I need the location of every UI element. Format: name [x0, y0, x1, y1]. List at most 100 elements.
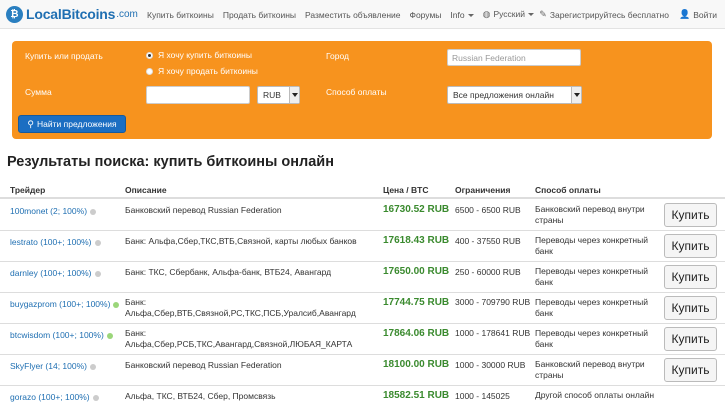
results-title: Результаты поиска: купить биткоины онлай…	[7, 154, 334, 170]
offer-method: Банковский перевод внутри страны	[535, 204, 645, 225]
trader-link[interactable]: lestrato (100+; 100%)	[10, 237, 101, 248]
offer-price: 18582.51 RUB	[383, 390, 450, 401]
radio-sell-circle[interactable]	[146, 67, 153, 75]
offer-price: 17864.06 RUB	[383, 328, 450, 339]
buy-button[interactable]: Купить	[664, 234, 717, 258]
trader-name: SkyFlyer (14; 100%)	[10, 361, 87, 371]
offer-description: Банк: Альфа,Сбер,ВТБ,Связной,РС,ТКС,ПСБ,…	[125, 297, 356, 318]
offer-limits: 400 - 37550 RUB	[455, 236, 521, 246]
account-nav: ✎ Зарегистрируйтесь бесплатно 👤 Войти	[529, 0, 717, 29]
offer-limits: 6500 - 6500 RUB	[455, 205, 521, 215]
trader-name: lestrato (100+; 100%)	[10, 237, 92, 247]
chevron-down-icon	[467, 13, 474, 17]
offer-method: Другой способ оплаты онлайн	[535, 390, 655, 400]
trader-link[interactable]: SkyFlyer (14; 100%)	[10, 361, 96, 372]
nav-post-ad[interactable]: Разместить объявление	[305, 10, 400, 20]
trader-name: 100monet (2; 100%)	[10, 206, 88, 216]
register-link[interactable]: ✎ Зарегистрируйтесь бесплатно	[539, 9, 669, 20]
brand-domain: .com	[116, 8, 138, 20]
offer-method: Переводы через конкретный банк	[535, 235, 648, 256]
offer-price: 17744.75 RUB	[383, 297, 450, 308]
user-icon: 👤	[678, 9, 691, 19]
chevron-down-icon	[571, 87, 581, 103]
payment-method-select[interactable]: Все предложения онлайн	[447, 86, 582, 104]
nav-info-dropdown[interactable]: Info	[450, 10, 474, 20]
buy-button[interactable]: Купить	[664, 358, 717, 382]
trader-name: darnley (100+; 100%)	[10, 268, 92, 278]
trader-name: btcwisdom (100+; 100%)	[10, 330, 104, 340]
offer-limits: 3000 - 709790 RUB	[455, 297, 531, 307]
trader-link[interactable]: buygazprom (100+; 100%)	[10, 299, 120, 310]
buy-button[interactable]: Купить	[664, 203, 717, 227]
buy-button[interactable]: Купить	[664, 296, 717, 320]
offer-description: Банк: ТКС, Сбербанк, Альфа-банк, ВТБ24, …	[125, 267, 332, 277]
find-offers-button[interactable]: ⚲ Найти предложения	[18, 115, 126, 133]
header-limits: Ограничения	[455, 185, 511, 195]
brand-logo[interactable]: ₿ LocalBitcoins .com	[6, 4, 138, 24]
header-payment-method: Способ оплаты	[535, 185, 601, 195]
table-row: gorazo (100+; 100%) Альфа, ТКС, ВТБ24, С…	[0, 386, 725, 407]
amount-label: Сумма	[25, 87, 52, 97]
offer-limits: 1000 - 178641 RUB	[455, 328, 531, 338]
table-row: buygazprom (100+; 100%) Банк: Альфа,Сбер…	[0, 293, 725, 324]
trader-name: buygazprom (100+; 100%)	[10, 299, 111, 309]
city-input[interactable]: Russian Federation	[447, 49, 581, 66]
status-dot-icon	[90, 208, 97, 215]
buy-button[interactable]: Купить	[664, 327, 717, 351]
offer-description: Альфа, ТКС, ВТБ24, Сбер, Промсвязь	[125, 391, 276, 401]
nav-sell-bitcoins[interactable]: Продать биткоины	[223, 10, 296, 20]
table-row: lestrato (100+; 100%) Банк: Альфа,Сбер,Т…	[0, 231, 725, 262]
navbar: ₿ LocalBitcoins .com Купить биткоины Про…	[0, 0, 725, 29]
payment-method-value: Все предложения онлайн	[453, 90, 554, 100]
find-offers-label: Найти предложения	[37, 119, 117, 129]
trader-name: gorazo (100+; 100%)	[10, 392, 90, 402]
nav-buy-bitcoins[interactable]: Купить биткоины	[147, 10, 214, 20]
radio-sell[interactable]: Я хочу продать биткоины	[146, 66, 258, 76]
offer-method: Переводы через конкретный банк	[535, 328, 648, 349]
bitcoin-logo-icon: ₿	[6, 5, 23, 23]
main-nav: Купить биткоины Продать биткоины Размест…	[147, 0, 543, 29]
buy-sell-label: Купить или продать	[25, 51, 103, 61]
offer-description: Банк: Альфа,Сбер,ТКС,ВТБ,Связной, карты …	[125, 236, 357, 246]
city-label: Город	[326, 51, 349, 61]
offer-method: Переводы через конкретный банк	[535, 297, 648, 318]
offer-description: Банковский перевод Russian Federation	[125, 205, 282, 215]
header-trader: Трейдер	[10, 185, 46, 195]
language-label: Русский	[493, 9, 526, 19]
edit-icon: ✎	[539, 9, 547, 19]
buy-button[interactable]: Купить	[664, 265, 717, 289]
offer-limits: 1000 - 145025	[455, 391, 510, 401]
offer-description: Банковский перевод Russian Federation	[125, 360, 282, 370]
register-label: Зарегистрируйтесь бесплатно	[549, 9, 669, 20]
status-dot-icon	[94, 239, 101, 246]
radio-buy[interactable]: Я хочу купить биткоины	[146, 50, 252, 60]
payment-label: Способ оплаты	[326, 87, 387, 97]
trader-link[interactable]: gorazo (100+; 100%)	[10, 392, 99, 403]
offer-price: 17650.00 RUB	[383, 266, 450, 277]
trader-link[interactable]: darnley (100+; 100%)	[10, 268, 101, 279]
trader-link[interactable]: 100monet (2; 100%)	[10, 206, 97, 217]
radio-buy-label: Я хочу купить биткоины	[158, 50, 252, 60]
chevron-down-icon	[289, 87, 299, 103]
offer-price: 16730.52 RUB	[383, 204, 450, 215]
status-dot-icon	[92, 394, 99, 401]
table-row: darnley (100+; 100%) Банк: ТКС, Сбербанк…	[0, 262, 725, 293]
offer-price: 17618.43 RUB	[383, 235, 450, 246]
offer-method: Переводы через конкретный банк	[535, 266, 648, 287]
nav-forums[interactable]: Форумы	[409, 10, 441, 20]
search-icon: ⚲	[27, 118, 34, 129]
offer-limits: 250 - 60000 RUB	[455, 267, 521, 277]
offer-description: Банк: Альфа,Сбер,РСБ,ТКС,Авангард,Связно…	[125, 328, 353, 349]
table-row: SkyFlyer (14; 100%) Банковский перевод R…	[0, 355, 725, 386]
language-dropdown[interactable]: ◍ Русский	[483, 9, 535, 20]
radio-sell-label: Я хочу продать биткоины	[158, 66, 258, 76]
login-link[interactable]: 👤 Войти	[679, 9, 717, 20]
currency-value: RUB	[263, 90, 281, 100]
status-dot-icon	[94, 270, 101, 277]
amount-input[interactable]	[146, 86, 250, 104]
trader-link[interactable]: btcwisdom (100+; 100%)	[10, 330, 113, 341]
radio-buy-circle[interactable]	[146, 51, 153, 59]
currency-select[interactable]: RUB	[257, 86, 300, 104]
table-header: Трейдер Описание Цена / BTC Ограничения …	[0, 180, 725, 199]
search-panel: Купить или продать Я хочу купить биткоин…	[12, 41, 712, 139]
